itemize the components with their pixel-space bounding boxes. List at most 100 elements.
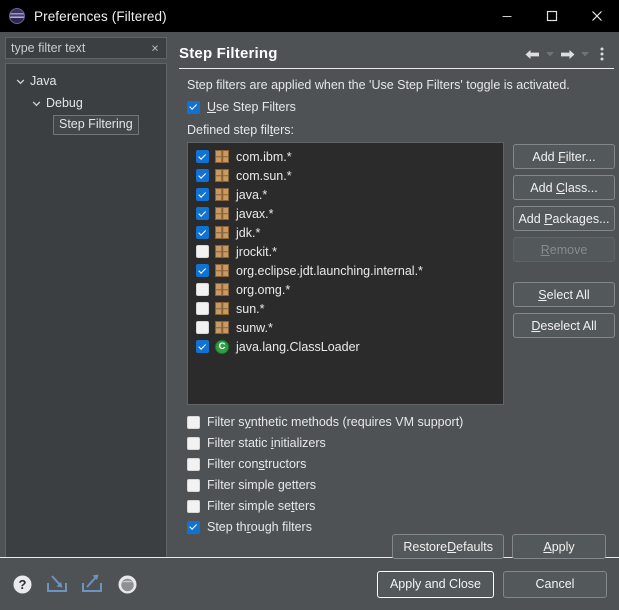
filter-item-checkbox[interactable] [196, 169, 209, 182]
filter-list-item[interactable]: jrockit.* [188, 242, 503, 261]
package-icon [215, 207, 229, 220]
svg-text:?: ? [18, 577, 26, 592]
select-all-button[interactable]: Select All [513, 282, 615, 307]
page-title: Step Filtering [179, 44, 278, 62]
filter-item-label: javax.* [236, 206, 274, 221]
chevron-down-icon[interactable] [14, 75, 27, 88]
remove-button: Remove [513, 237, 615, 262]
filter-item-checkbox[interactable] [196, 207, 209, 220]
filter-list-item[interactable]: sunw.* [188, 318, 503, 337]
forward-history-chevron-down-icon[interactable] [578, 44, 591, 64]
filter-list-item[interactable]: jdk.* [188, 223, 503, 242]
tree-item-java[interactable]: Java [6, 70, 166, 92]
button-label: Select All [538, 287, 590, 302]
filter-item-checkbox[interactable] [196, 226, 209, 239]
filter-item-checkbox[interactable] [196, 150, 209, 163]
globe-icon[interactable] [115, 572, 139, 596]
filter-list-item[interactable]: com.sun.* [188, 166, 503, 185]
filter-simple-getters-checkbox[interactable]: Filter simple getters [187, 478, 614, 492]
filter-action-buttons: Add Filter... Add Class... Add Packages...… [513, 142, 615, 338]
checkbox-box[interactable] [187, 520, 200, 534]
filter-search-box[interactable]: × [5, 37, 192, 59]
filter-simple-setters-checkbox[interactable]: Filter simple setters [187, 499, 614, 513]
checkbox-label: Filter simple getters [207, 478, 317, 492]
forward-arrow-icon[interactable] [557, 44, 577, 64]
checkbox-box[interactable] [187, 100, 200, 114]
step-filters-list[interactable]: com.ibm.* com.sun.* java.* javax.* jdk.* jroc… [187, 142, 504, 405]
filter-list-item[interactable]: javax.* [188, 204, 503, 223]
help-icon[interactable]: ? [10, 572, 34, 596]
button-label: Add Packages... [518, 211, 610, 226]
filter-item-label: jrockit.* [236, 244, 277, 259]
add-packages-button[interactable]: Add Packages... [513, 206, 615, 231]
filter-item-checkbox[interactable] [196, 188, 209, 201]
filter-item-checkbox[interactable] [196, 264, 209, 277]
search-input[interactable] [6, 41, 192, 55]
filter-list-item[interactable]: Cjava.lang.ClassLoader [188, 337, 503, 356]
checkbox-label: Filter synthetic methods (requires VM su… [207, 415, 464, 429]
minimize-icon[interactable] [484, 0, 529, 32]
import-icon[interactable] [45, 572, 69, 596]
filter-item-label: java.* [236, 187, 268, 202]
checkbox-box[interactable] [187, 457, 200, 471]
tree-item-step-filtering[interactable]: Step Filtering [6, 114, 166, 136]
clear-search-icon[interactable]: × [149, 42, 161, 55]
filter-item-checkbox[interactable] [196, 283, 209, 296]
cancel-button[interactable]: Cancel [503, 570, 607, 598]
preferences-tree[interactable]: Java Debug Step Filtering [5, 63, 167, 557]
filter-list-item[interactable]: org.omg.* [188, 280, 503, 299]
back-history-chevron-down-icon[interactable] [543, 44, 556, 64]
filter-options: Filter synthetic methods (requires VM su… [187, 415, 614, 534]
checkbox-box[interactable] [187, 499, 200, 513]
page-toolbar [522, 44, 612, 64]
checkbox-box[interactable] [187, 478, 200, 492]
chevron-down-icon[interactable] [30, 97, 43, 110]
filter-item-label: jdk.* [236, 225, 261, 240]
filter-list-item[interactable]: org.eclipse.jdt.launching.internal.* [188, 261, 503, 280]
filter-list-item[interactable]: java.* [188, 185, 503, 204]
tree-item-debug[interactable]: Debug [6, 92, 166, 114]
add-filter-button[interactable]: Add Filter... [513, 144, 615, 169]
checkbox-box[interactable] [187, 436, 200, 450]
package-icon [215, 302, 229, 315]
step-through-filters-checkbox[interactable]: Step through filters [187, 520, 614, 534]
sidebar-sash[interactable] [172, 32, 179, 557]
filter-list-item[interactable]: com.ibm.* [188, 147, 503, 166]
back-arrow-icon[interactable] [522, 44, 542, 64]
export-icon[interactable] [80, 572, 104, 596]
close-icon[interactable] [574, 0, 619, 32]
preferences-dialog: Preferences (Filtered) × [0, 0, 619, 610]
checkbox-box[interactable] [187, 415, 200, 429]
preferences-sidebar: × Java Debug Step Filtering [0, 32, 192, 557]
window-controls [484, 0, 619, 32]
dialog-body: × Java Debug Step Filtering [0, 32, 619, 559]
checkbox-label: Step through filters [207, 520, 312, 534]
restore-defaults-button[interactable]: Restore Defaults [392, 534, 504, 559]
vertical-ellipsis-icon[interactable] [592, 44, 612, 64]
filter-synthetic-methods-checkbox[interactable]: Filter synthetic methods (requires VM su… [187, 415, 614, 429]
filter-constructors-checkbox[interactable]: Filter constructors [187, 457, 614, 471]
filter-item-checkbox[interactable] [196, 245, 209, 258]
tree-item-label: Debug [46, 95, 83, 110]
use-step-filters-checkbox[interactable]: Use Step Filters [187, 100, 614, 114]
filter-item-checkbox[interactable] [196, 321, 209, 334]
package-icon [215, 264, 229, 277]
filter-static-initializers-checkbox[interactable]: Filter static initializers [187, 436, 614, 450]
checkbox-label: Use Step Filters [207, 100, 296, 114]
package-icon [215, 226, 229, 239]
add-class-button[interactable]: Add Class... [513, 175, 615, 200]
maximize-icon[interactable] [529, 0, 574, 32]
filter-item-checkbox[interactable] [196, 340, 209, 353]
footer-buttons: Apply and Close Cancel [376, 570, 607, 598]
filter-item-label: com.sun.* [236, 168, 292, 183]
filter-list-item[interactable]: sun.* [188, 299, 503, 318]
apply-button[interactable]: Apply [512, 534, 606, 559]
deselect-all-button[interactable]: Deselect All [513, 313, 615, 338]
package-icon [215, 188, 229, 201]
filter-item-label: org.eclipse.jdt.launching.internal.* [236, 263, 423, 278]
preference-page: Step Filtering Step filters are applied … [179, 32, 619, 559]
button-group-spacer [513, 268, 615, 276]
filter-item-checkbox[interactable] [196, 302, 209, 315]
title-bar: Preferences (Filtered) [0, 0, 619, 32]
apply-and-close-button[interactable]: Apply and Close [376, 570, 494, 598]
